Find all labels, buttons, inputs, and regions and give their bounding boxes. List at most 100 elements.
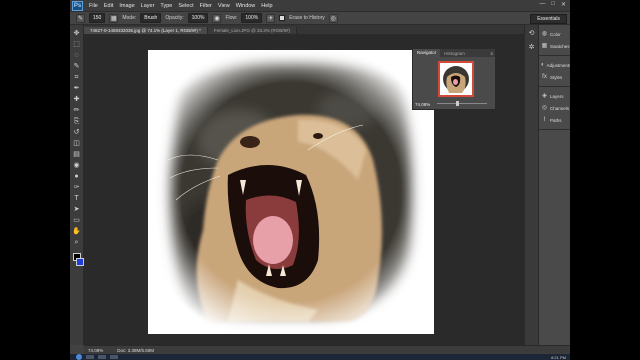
panel-adjustments[interactable]: ◐ Adjustments [539,59,570,71]
brush-icon[interactable]: ✏ [72,106,82,115]
layers-icon: ◈ [542,92,547,99]
menu-filter[interactable]: Filter [200,3,212,9]
navigator-thumbnail[interactable] [438,61,474,97]
menu-image[interactable]: Image [119,3,134,9]
photoshop-logo: Ps [72,0,83,11]
taskbar-app-button[interactable] [110,355,118,359]
minimize-button[interactable]: — [539,1,545,8]
marquee-icon[interactable]: ⬚ [72,40,82,49]
navigator-zoom-value[interactable]: 74.08% [415,102,430,107]
photoshop-window: Ps File Edit Image Layer Type Select Fil… [70,0,570,360]
document-canvas[interactable] [148,50,434,334]
lasso-icon[interactable]: ◌ [72,51,82,60]
blur-icon[interactable]: ◉ [72,161,82,170]
panel-label: Styles [550,74,563,80]
color-icon: ◍ [541,30,548,37]
tab-histogram[interactable]: Histogram [440,51,469,56]
gradient-icon[interactable]: ▤ [72,150,82,159]
clone-stamp-icon[interactable]: ⎘ [72,117,82,126]
swatches-icon: ▦ [541,42,548,49]
opacity-input[interactable]: 100% [187,13,209,23]
panel-label: Swatches [550,43,570,49]
pen-icon[interactable]: ✑ [72,183,82,192]
panel-layers[interactable]: ◈ Layers [539,90,570,102]
panel-dock-strip: ⟲ ✲ [524,25,538,345]
panel-channels[interactable]: ◎ Channels [539,102,570,114]
properties-icon[interactable]: ✲ [527,43,536,52]
panel-styles[interactable]: fx Styles [539,71,570,83]
panel-group: ◍ Color ▦ Swatches [539,25,570,56]
menu-select[interactable]: Select [178,3,193,9]
mode-select[interactable]: Brush [140,13,162,23]
navigator-tabs: Navigator Histogram ≡ [413,49,495,57]
paths-icon: ⌇ [543,116,546,123]
document-tabs: 74627-0-1459332036.jpg @ 74.1% (Layer 1,… [84,25,524,34]
tools-panel: ✥ ⬚ ◌ ✎ ⌗ ✒ ✚ ✏ ⎘ ↺ ◫ ▤ ◉ ● ✑ T ➤ ▭ ✋ ⌕ [70,25,84,345]
brush-size-picker[interactable]: 150 [89,13,106,23]
menu-window[interactable]: Window [236,3,256,9]
eraser-icon[interactable]: ◫ [72,139,82,148]
close-button[interactable]: ✕ [561,1,566,8]
move-icon[interactable]: ✥ [72,29,82,38]
menu-view[interactable]: View [218,3,230,9]
mode-label: Mode: [122,15,137,21]
styles-icon: fx [542,73,547,80]
panel-label: Channels [550,105,570,111]
menu-help[interactable]: Help [261,3,272,9]
path-select-icon[interactable]: ➤ [72,205,82,214]
shape-icon[interactable]: ▭ [72,216,82,225]
brush-panel-toggle-icon[interactable]: ▦ [109,13,119,23]
workspace-switcher[interactable]: Essentials [530,14,567,24]
panel-swatches[interactable]: ▦ Swatches [539,40,570,52]
hand-icon[interactable]: ✋ [72,227,82,236]
zoom-slider-handle[interactable] [456,101,459,106]
tab-navigator[interactable]: Navigator [413,49,441,57]
status-zoom[interactable]: 74.08% [88,348,103,353]
eyedropper-icon[interactable]: ✒ [72,84,82,93]
panel-group: ◈ Layers ◎ Channels ⌇ Paths [539,87,570,130]
background-color-swatch[interactable] [75,258,84,266]
navigator-zoom-slider[interactable] [437,101,487,106]
erase-to-history-label: Erase to History [289,15,325,21]
adjustments-icon: ◐ [541,61,545,68]
history-icon[interactable]: ⟲ [527,29,536,38]
start-button[interactable] [76,354,82,360]
panel-label: Layers [550,93,564,99]
channels-icon: ◎ [541,104,548,111]
flow-label: Flow: [225,15,238,21]
crop-icon[interactable]: ⌗ [72,73,82,82]
menu-type[interactable]: Type [160,3,172,9]
panel-color[interactable]: ◍ Color [539,28,570,40]
panel-menu-icon[interactable]: ≡ [490,51,495,56]
type-icon[interactable]: T [72,194,82,203]
navigator-panel: Navigator Histogram ≡ 74.08% [412,48,496,110]
airbrush-icon[interactable]: ✈ [266,13,276,23]
healing-icon[interactable]: ✚ [72,95,82,104]
tab-active-document[interactable]: 74627-0-1459332036.jpg @ 74.1% (Layer 1,… [84,27,208,34]
panel-label: Color [550,31,561,37]
taskbar-app-button[interactable] [86,355,94,359]
dodge-icon[interactable]: ● [72,172,82,181]
navigator-preview-image [440,63,472,95]
history-brush-icon[interactable]: ↺ [72,128,82,137]
pressure-size-icon[interactable]: ◎ [328,13,338,23]
menu-edit[interactable]: Edit [104,3,113,9]
window-controls: — □ ✕ [539,1,566,8]
menu-file[interactable]: File [89,3,98,9]
eraser-tool-preset-icon[interactable]: ✎ [76,13,85,23]
quick-select-icon[interactable]: ✎ [72,62,82,71]
panel-label: Paths [550,117,562,123]
erase-to-history-checkbox[interactable] [279,15,286,21]
tab-female-lion[interactable]: Female_Lion.JPG @ 33.3% (RGB/8#) [207,27,297,34]
maximize-button[interactable]: □ [551,1,555,8]
os-taskbar: 8:21 PM [70,354,570,360]
panel-paths[interactable]: ⌇ Paths [539,114,570,126]
flow-input[interactable]: 100% [241,13,263,23]
zoom-icon[interactable]: ⌕ [72,238,82,247]
opacity-label: Opacity: [165,15,184,21]
panels-column: ◍ Color ▦ Swatches ◐ Adjustments fx Styles ◈ Laye… [538,25,570,345]
panel-group: ◐ Adjustments fx Styles [539,56,570,87]
pressure-opacity-icon[interactable]: ◉ [212,13,222,23]
menu-layer[interactable]: Layer [141,3,155,9]
taskbar-app-button[interactable] [98,355,106,359]
